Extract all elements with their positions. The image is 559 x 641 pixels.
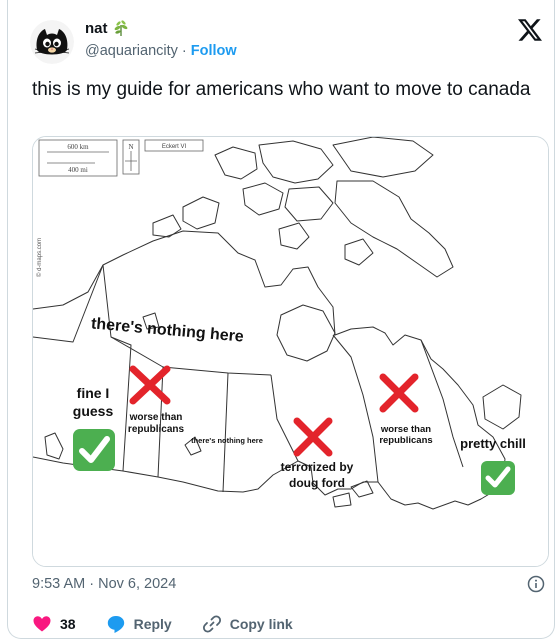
copy-link-label: Copy link — [229, 616, 293, 632]
reply-label: Reply — [133, 616, 172, 632]
x-logo-icon[interactable] — [517, 18, 543, 42]
label-nothing-here-small: there's nothing here — [191, 436, 263, 445]
scale-mi: 400 mi — [68, 166, 88, 174]
link-icon — [202, 615, 221, 633]
timestamp-separator: · — [89, 576, 95, 592]
map-watermark: © d-maps.com — [36, 238, 43, 277]
like-count: 38 — [60, 616, 76, 632]
timestamp-time[interactable]: 9:53 AM — [32, 576, 85, 592]
north-arrow: N — [128, 143, 133, 151]
label-fine-2: guess — [73, 403, 114, 419]
author-handle[interactable]: @aquariancity — [85, 43, 178, 59]
label-terrorized-1: terrorized by — [281, 460, 354, 474]
heart-icon — [33, 616, 51, 632]
label-worse-2b: republicans — [379, 435, 432, 446]
canada-map: 600 km 400 mi N Eckert VI © d-maps.com t… — [33, 137, 548, 566]
reply-bubble-icon — [107, 616, 124, 633]
action-bar: 38 Reply Copy link — [32, 614, 323, 634]
author-name[interactable]: nat — [85, 20, 108, 37]
follow-button[interactable]: Follow — [191, 43, 237, 59]
handle-row: @aquariancity · Follow — [85, 43, 237, 59]
tweet-image[interactable]: 600 km 400 mi N Eckert VI © d-maps.com t… — [32, 136, 549, 567]
projection-label: Eckert VI — [162, 144, 187, 150]
label-pretty-chill: pretty chill — [460, 436, 526, 451]
separator-dot: · — [181, 43, 187, 59]
timestamp-date[interactable]: Nov 6, 2024 — [98, 576, 176, 592]
tweet-card: nat @aquariancity · Follow this is my gu… — [7, 0, 555, 639]
label-terrorized-2: doug ford — [289, 476, 345, 490]
scale-km: 600 km — [67, 143, 89, 151]
check-mark-icon — [73, 429, 115, 471]
check-mark-icon — [481, 461, 515, 495]
avatar[interactable] — [30, 20, 74, 64]
timestamp[interactable]: 9:53 AM · Nov 6, 2024 — [32, 576, 176, 592]
like-button[interactable]: 38 — [32, 614, 76, 634]
info-icon[interactable] — [527, 575, 545, 593]
reply-button[interactable]: Reply — [106, 614, 172, 634]
label-worse-1b: republicans — [128, 424, 185, 435]
label-fine-1: fine I — [77, 385, 110, 401]
label-worse-1a: worse than — [129, 412, 183, 423]
tweet-text: this is my guide for americans who want … — [32, 79, 531, 100]
copy-link-button[interactable]: Copy link — [202, 614, 293, 634]
label-worse-2a: worse than — [380, 424, 431, 435]
herb-icon — [114, 20, 127, 36]
author-name-row[interactable]: nat — [85, 19, 130, 37]
